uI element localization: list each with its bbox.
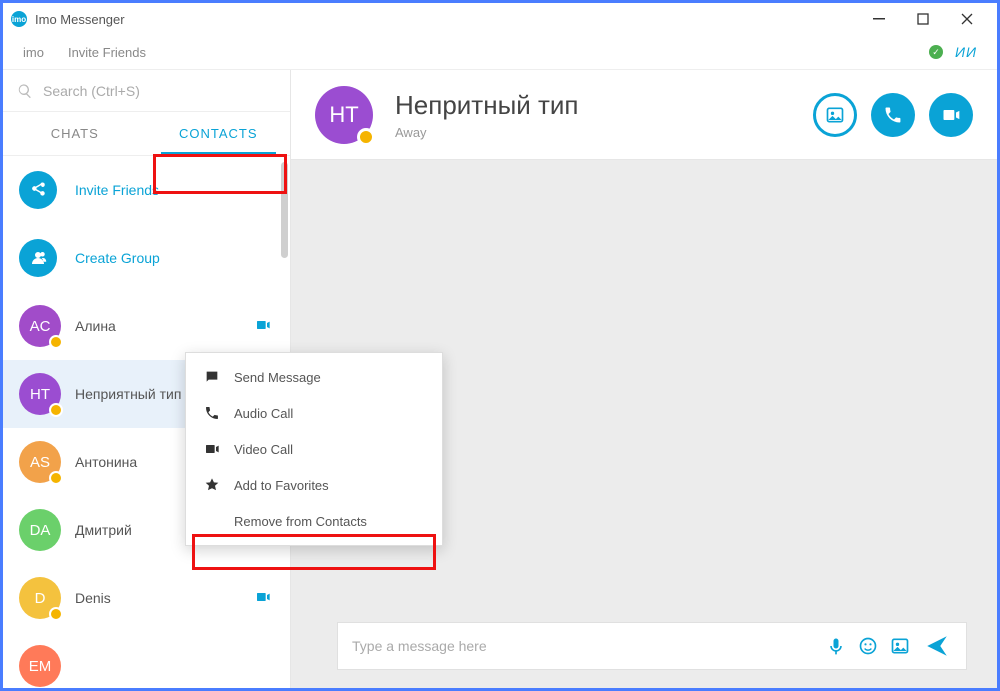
context-menu-label: Add to Favorites xyxy=(234,478,329,493)
send-button[interactable] xyxy=(922,633,952,659)
video-icon[interactable] xyxy=(252,589,274,608)
context-menu-label: Send Message xyxy=(234,370,321,385)
user-avatar[interactable]: ИИ xyxy=(955,44,977,60)
search-icon xyxy=(17,83,33,99)
scrollbar-thumb[interactable] xyxy=(281,162,288,258)
chat-contact-name: Непритный тип xyxy=(395,90,579,121)
emoji-button[interactable] xyxy=(858,636,878,656)
video-call-button[interactable] xyxy=(929,93,973,137)
contact-row[interactable]: EM xyxy=(3,632,290,688)
group-icon xyxy=(19,239,57,277)
chat-header: HT Непритный тип Away xyxy=(291,70,997,160)
context-menu-item[interactable]: Video Call xyxy=(186,431,442,467)
gallery-button[interactable] xyxy=(813,93,857,137)
chat-avatar[interactable]: HT xyxy=(315,86,373,144)
contact-avatar: D xyxy=(19,577,61,619)
video-icon[interactable] xyxy=(252,317,274,336)
message-input[interactable]: Type a message here xyxy=(337,622,967,670)
create-group-label: Create Group xyxy=(75,250,160,266)
context-menu-item[interactable]: Audio Call xyxy=(186,395,442,431)
context-menu-label: Remove from Contacts xyxy=(234,514,367,529)
contact-avatar: EM xyxy=(19,645,61,687)
contact-avatar: AS xyxy=(19,441,61,483)
context-menu: Send Message Audio Call Video Call Add to F… xyxy=(185,352,443,546)
invite-friends-label: Invite Friends xyxy=(75,182,159,198)
presence-icon xyxy=(49,607,63,621)
share-icon xyxy=(19,171,57,209)
search-input[interactable]: Search (Ctrl+S) xyxy=(3,70,290,112)
app-window: imo Imo Messenger imo Invite Friends ✓ И… xyxy=(0,0,1000,691)
presence-icon xyxy=(49,335,63,349)
invite-friends-menu[interactable]: Invite Friends xyxy=(68,45,146,60)
presence-icon xyxy=(49,471,63,485)
body: Search (Ctrl+S) CHATS CONTACTS Invite Fr… xyxy=(3,70,997,688)
minimize-button[interactable] xyxy=(857,5,901,33)
create-group-row[interactable]: Create Group xyxy=(3,224,290,292)
audio-call-button[interactable] xyxy=(871,93,915,137)
search-placeholder: Search (Ctrl+S) xyxy=(43,83,140,99)
tab-contacts[interactable]: CONTACTS xyxy=(147,112,291,156)
close-button[interactable] xyxy=(945,5,989,33)
chat-contact-status: Away xyxy=(395,125,579,140)
status-indicator-icon[interactable]: ✓ xyxy=(929,45,943,59)
titlebar: imo Imo Messenger xyxy=(3,3,997,35)
context-menu-item[interactable]: Send Message xyxy=(186,359,442,395)
message-placeholder: Type a message here xyxy=(352,638,814,654)
brand-menu[interactable]: imo xyxy=(23,45,44,60)
app-icon: imo xyxy=(11,11,27,27)
contact-avatar: DA xyxy=(19,509,61,551)
contact-row[interactable]: D Denis xyxy=(3,564,290,632)
context-menu-item[interactable]: Add to Favorites xyxy=(186,467,442,503)
mic-button[interactable] xyxy=(826,636,846,656)
contact-name: Алина xyxy=(75,318,252,334)
menubar: imo Invite Friends ✓ ИИ xyxy=(3,35,997,69)
invite-friends-row[interactable]: Invite Friends xyxy=(3,156,290,224)
contact-avatar: HT xyxy=(19,373,61,415)
attach-image-button[interactable] xyxy=(890,636,910,656)
presence-away-icon xyxy=(357,128,375,146)
context-menu-label: Audio Call xyxy=(234,406,293,421)
tab-chats[interactable]: CHATS xyxy=(3,112,147,156)
window-title: Imo Messenger xyxy=(35,12,125,27)
maximize-button[interactable] xyxy=(901,5,945,33)
context-menu-label: Video Call xyxy=(234,442,293,457)
sidebar-tabs: CHATS CONTACTS xyxy=(3,112,290,156)
contact-name: Denis xyxy=(75,590,252,606)
context-menu-item[interactable]: Remove from Contacts xyxy=(186,503,442,539)
contact-row[interactable]: AC Алина xyxy=(3,292,290,360)
contact-avatar: AC xyxy=(19,305,61,347)
presence-icon xyxy=(49,403,63,417)
